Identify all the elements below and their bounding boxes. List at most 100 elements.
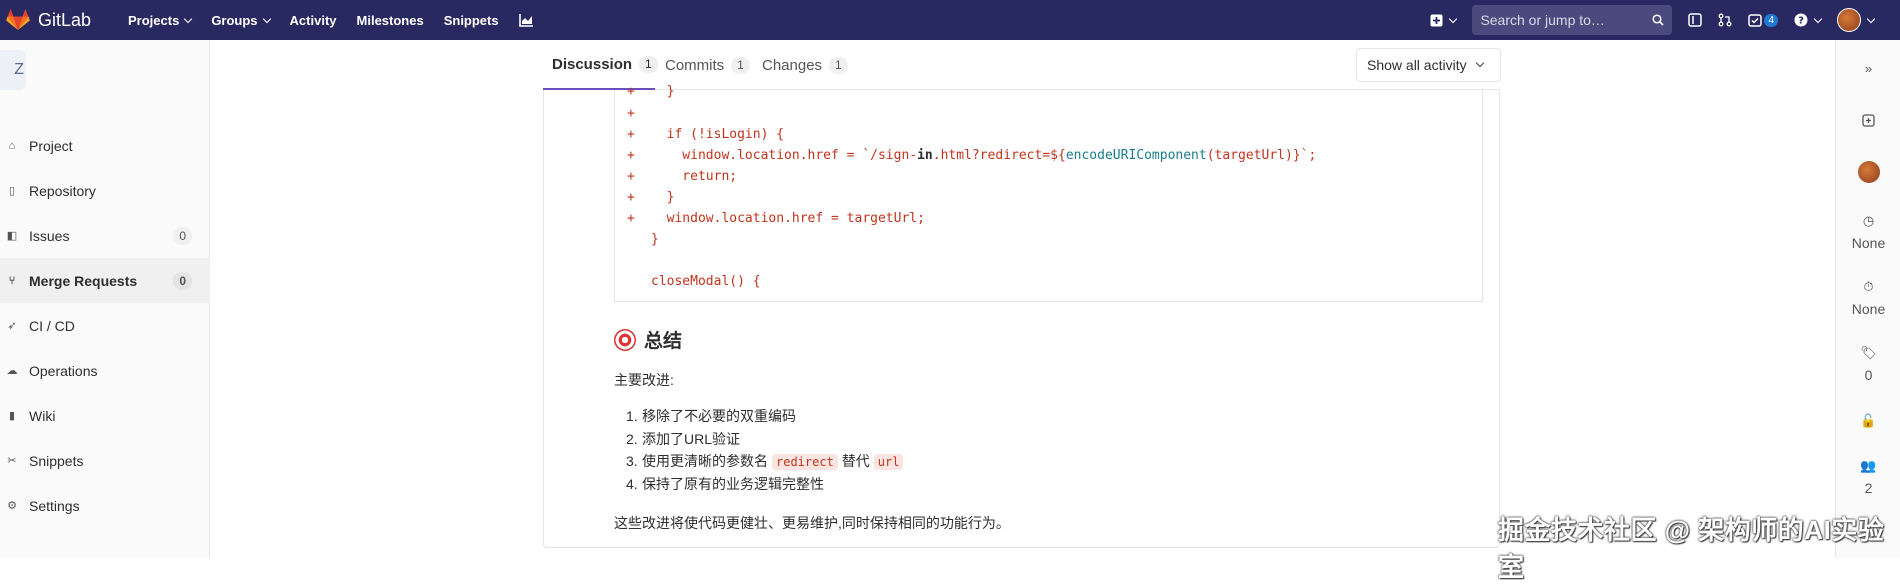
list-item: 4. 保持了原有的业务逻辑完整性: [626, 475, 824, 492]
user-menu[interactable]: [1829, 0, 1900, 40]
nav-snippets[interactable]: Snippets: [434, 0, 509, 40]
tab-count: 1: [731, 56, 750, 74]
sidebar-item-settings[interactable]: ⚙ Settings: [0, 483, 210, 528]
users-icon: 👥: [1860, 458, 1877, 473]
nav-groups-label: Groups: [211, 12, 258, 28]
chart-icon[interactable]: [509, 0, 544, 40]
gear-icon: ⚙: [7, 500, 17, 512]
doc-icon: ▯: [8, 185, 16, 197]
sidebar-item-label: CI / CD: [29, 317, 75, 334]
sidebar-item-repository[interactable]: ▯ Repository: [0, 168, 210, 213]
todo-add-icon: [1862, 114, 1875, 127]
todo-toggle-button[interactable]: [1836, 114, 1900, 127]
tab-commits[interactable]: Commits 1: [665, 40, 750, 90]
tab-label: Changes: [762, 56, 823, 74]
list-item: 2. 添加了URL验证: [626, 430, 741, 447]
nav-milestones[interactable]: Milestones: [347, 0, 434, 40]
nav-groups[interactable]: Groups: [201, 0, 279, 40]
search-input[interactable]: [1480, 12, 1641, 28]
summary-heading: 总结: [614, 326, 682, 353]
issues-count-badge: 0: [173, 226, 192, 245]
search-box[interactable]: [1472, 5, 1673, 35]
nav-projects-label: Projects: [128, 12, 180, 28]
book-icon: ▮: [8, 410, 16, 422]
summary-heading-text: 总结: [644, 331, 683, 352]
sidebar-item-operations[interactable]: ☁ Operations: [0, 348, 210, 393]
sidebar-item-issues[interactable]: ◧ Issues 0: [0, 213, 210, 258]
gitlab-home-link[interactable]: GitLab: [0, 9, 110, 31]
nav-activity[interactable]: Activity: [280, 0, 347, 40]
labels-section[interactable]: 🏷 0: [1836, 345, 1900, 383]
tab-count: 1: [639, 55, 658, 73]
time-tracking-value: None: [1851, 301, 1886, 317]
svg-text:?: ?: [1798, 16, 1804, 27]
plus-square-icon: [1430, 14, 1443, 26]
chevron-down-icon: [1813, 14, 1823, 23]
double-chevron-right-icon: »: [1864, 61, 1873, 76]
sidebar-item-snippets[interactable]: ✂ Snippets: [0, 438, 210, 483]
improvements-list: 1. 移除了不必要的双重编码 2. 添加了URL验证 3. 使用更清晰的参数名 redi…: [626, 405, 907, 495]
tab-label: Discussion: [552, 55, 633, 73]
tag-icon: 🏷: [1860, 345, 1877, 360]
participants-count: 2: [1864, 480, 1873, 496]
todos-nav-button[interactable]: 4: [1740, 0, 1786, 40]
sidebar-item-ci-cd[interactable]: ➶ CI / CD: [0, 303, 210, 348]
merge-request-icon: ⑂: [8, 274, 16, 287]
tab-discussion[interactable]: Discussion 1: [543, 40, 658, 90]
nav-projects[interactable]: Projects: [118, 0, 201, 40]
inline-code: url: [873, 454, 904, 470]
sidebar-item-label: Merge Requests: [29, 272, 138, 289]
list-item: 3. 使用更清晰的参数名 redirect 替代 url: [626, 450, 907, 473]
sidebar-item-label: Wiki: [29, 407, 56, 424]
lock-icon: 🔓: [1860, 413, 1877, 428]
sidebar-item-label: Repository: [29, 182, 96, 199]
rocket-icon: ➶: [7, 320, 17, 332]
activity-filter-label: Show all activity: [1367, 57, 1467, 73]
issues-nav-button[interactable]: [1680, 0, 1710, 40]
inline-code: redirect: [772, 454, 838, 470]
tab-count: 1: [829, 56, 848, 74]
cloud-gear-icon: ☁: [6, 365, 18, 377]
lock-section[interactable]: 🔓: [1836, 413, 1900, 429]
time-tracking-section[interactable]: ⏱ None: [1836, 279, 1900, 317]
new-item-dropdown[interactable]: [1422, 0, 1464, 40]
activity-filter-dropdown[interactable]: Show all activity: [1356, 48, 1501, 82]
nav-activity-label: Activity: [289, 12, 337, 28]
participants-section[interactable]: 👥 2: [1836, 458, 1900, 496]
sidebar-item-label: Issues: [29, 227, 70, 244]
milestone-section[interactable]: ◷ None: [1836, 213, 1900, 251]
issues-icon: ◧: [6, 230, 18, 242]
sidebar-item-label: Snippets: [29, 452, 84, 469]
avatar: [1857, 161, 1880, 183]
issues-icon: [1688, 13, 1703, 27]
target-emoji-icon: [614, 328, 636, 351]
sidebar-item-merge-requests[interactable]: ⑂ Merge Requests 0: [0, 258, 210, 303]
labels-count: 0: [1864, 367, 1873, 383]
nav-snippets-label: Snippets: [443, 12, 499, 28]
sidebar-item-label: Operations: [29, 362, 98, 379]
sidebar-item-label: Settings: [29, 497, 80, 514]
stopwatch-icon: ⏱: [1863, 279, 1874, 294]
avatar: [1837, 8, 1861, 32]
milestone-value: None: [1851, 235, 1886, 251]
nav-milestones-label: Milestones: [356, 12, 424, 28]
merge-requests-count-badge: 0: [173, 271, 192, 290]
chevron-down-icon: [262, 14, 271, 23]
todos-count-badge: 4: [1764, 13, 1778, 27]
sidebar-item-project[interactable]: ⌂ Project: [0, 123, 210, 168]
brand-name: GitLab: [38, 9, 92, 30]
top-navbar: GitLab Projects Groups Activity Mileston…: [0, 0, 1900, 40]
project-avatar[interactable]: Z: [0, 50, 26, 90]
right-sidebar: » ◷ None ⏱ None 🏷 0 🔓 👥 2: [1835, 40, 1900, 558]
search-icon: [1652, 14, 1665, 26]
summary-intro: 主要改进:: [614, 372, 674, 388]
help-dropdown[interactable]: ?: [1786, 0, 1829, 40]
todo-check-icon: [1748, 13, 1763, 27]
chevron-down-icon: [184, 14, 193, 23]
scissors-icon: ✂: [7, 455, 17, 467]
tab-changes[interactable]: Changes 1: [762, 40, 848, 90]
assignee-avatar[interactable]: [1836, 161, 1900, 183]
sidebar-item-wiki[interactable]: ▮ Wiki: [0, 393, 210, 438]
merge-requests-nav-button[interactable]: [1710, 0, 1740, 40]
collapse-sidebar-button[interactable]: »: [1836, 61, 1900, 76]
